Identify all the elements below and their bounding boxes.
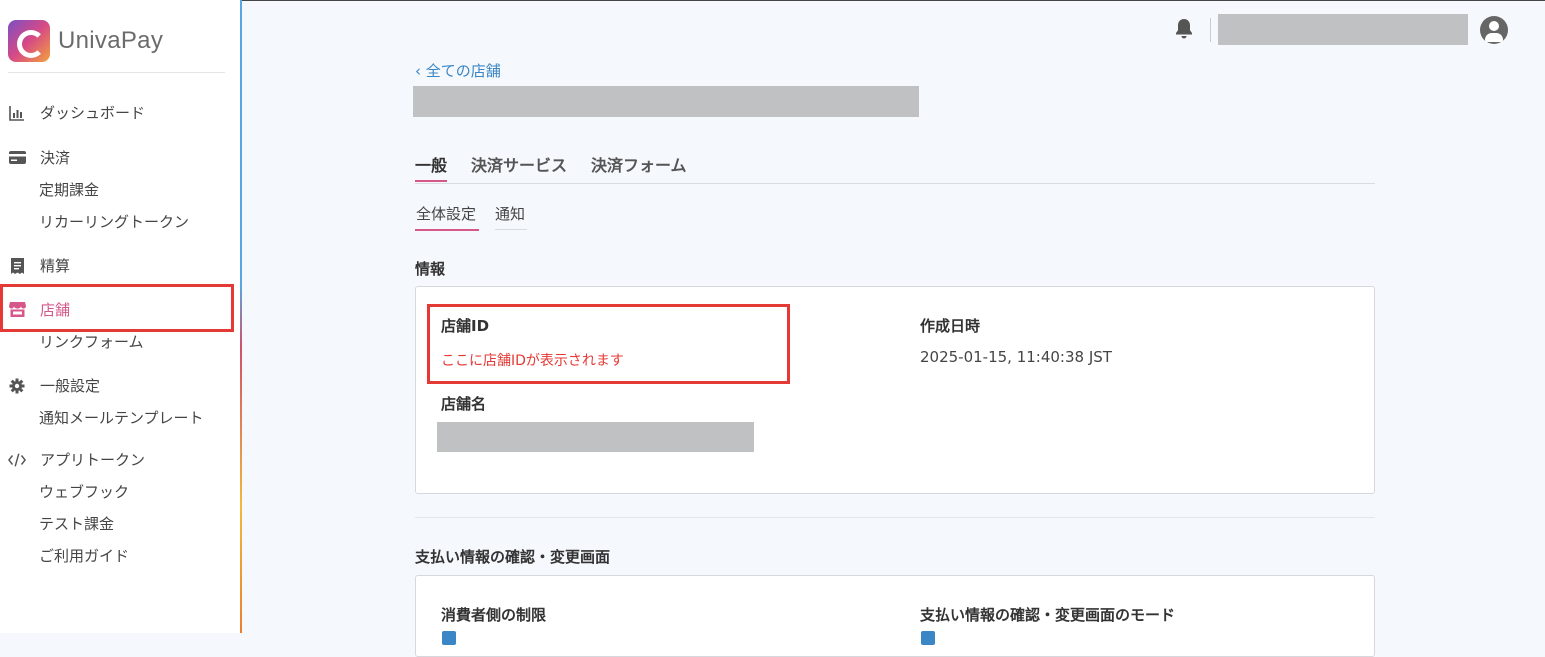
subtab-notifications[interactable]: 通知 — [495, 203, 525, 224]
subtab-underline — [495, 229, 527, 230]
sidebar-item-settlement[interactable]: 精算 — [8, 255, 70, 276]
info-section-title: 情報 — [415, 260, 446, 278]
store-name-redacted — [437, 422, 754, 452]
topbar-border — [242, 0, 1545, 1]
store-title-redacted — [413, 86, 919, 117]
divider — [8, 72, 225, 73]
active-subtab-indicator — [415, 229, 479, 231]
main-tabs: 一般 決済サービス 決済フォーム — [415, 152, 1375, 184]
sidebar-item-usage-guide[interactable]: ご利用ガイド — [39, 545, 129, 566]
subtab-overall-settings[interactable]: 全体設定 — [416, 203, 476, 224]
checkbox[interactable] — [921, 631, 935, 645]
payment-screen-mode-label: 支払い情報の確認・変更画面のモード — [920, 606, 1176, 624]
credit-card-icon — [8, 149, 26, 167]
user-name-redacted — [1218, 14, 1468, 45]
logo[interactable]: UnivaPay — [8, 20, 163, 62]
divider — [415, 517, 1375, 518]
code-icon — [8, 451, 26, 469]
sidebar-item-email-templates[interactable]: 通知メールテンプレート — [39, 407, 204, 428]
checkbox[interactable] — [442, 631, 456, 645]
account-icon[interactable] — [1480, 16, 1508, 44]
sidebar: UnivaPay ダッシュボード 決済 定期課金 リカーリングトークン 精算 店… — [0, 0, 241, 633]
univapay-logo-icon — [8, 20, 50, 62]
highlight-box — [427, 304, 790, 384]
sidebar-item-app-tokens[interactable]: アプリトークン — [8, 449, 145, 470]
logo-text: UnivaPay — [58, 27, 164, 54]
sidebar-item-label: 決済 — [40, 149, 71, 167]
consumer-restrictions-label: 消費者側の制限 — [441, 606, 547, 624]
sidebar-item-payments[interactable]: 決済 — [8, 147, 70, 168]
sidebar-item-test-charge[interactable]: テスト課金 — [39, 513, 114, 534]
tab-payment-services[interactable]: 決済サービス — [471, 152, 567, 176]
bell-icon[interactable] — [1174, 18, 1194, 40]
sidebar-item-recurring-tokens[interactable]: リカーリングトークン — [39, 211, 189, 232]
sidebar-border — [240, 0, 242, 633]
highlight-box — [0, 284, 234, 332]
created-at-value: 2025-01-15, 11:40:38 JST — [920, 348, 1112, 366]
payment-section-title: 支払い情報の確認・変更画面 — [415, 548, 611, 566]
back-to-stores-link[interactable]: ‹ 全ての店舗 — [415, 60, 501, 81]
receipt-icon — [8, 257, 26, 275]
sidebar-item-label: アプリトークン — [40, 451, 146, 469]
store-name-label: 店舗名 — [441, 395, 487, 413]
sidebar-item-general-settings[interactable]: 一般設定 — [8, 375, 100, 396]
divider — [1210, 18, 1211, 42]
sidebar-item-link-form[interactable]: リンクフォーム — [39, 331, 144, 352]
sidebar-item-subscriptions[interactable]: 定期課金 — [39, 179, 99, 200]
sidebar-item-label: ダッシュボード — [40, 104, 146, 122]
tab-general[interactable]: 一般 — [415, 152, 447, 176]
sidebar-item-label: 精算 — [40, 257, 71, 275]
payment-settings-card: 消費者側の制限 支払い情報の確認・変更画面のモード — [415, 575, 1375, 657]
created-at-label: 作成日時 — [920, 317, 981, 335]
sidebar-item-dashboard[interactable]: ダッシュボード — [8, 102, 145, 123]
active-tab-indicator — [415, 180, 447, 182]
tab-payment-form[interactable]: 決済フォーム — [591, 152, 687, 176]
chart-icon — [8, 104, 26, 122]
sidebar-item-label: 一般設定 — [40, 377, 101, 395]
gear-icon — [8, 377, 26, 395]
sidebar-item-webhooks[interactable]: ウェブフック — [39, 481, 129, 502]
